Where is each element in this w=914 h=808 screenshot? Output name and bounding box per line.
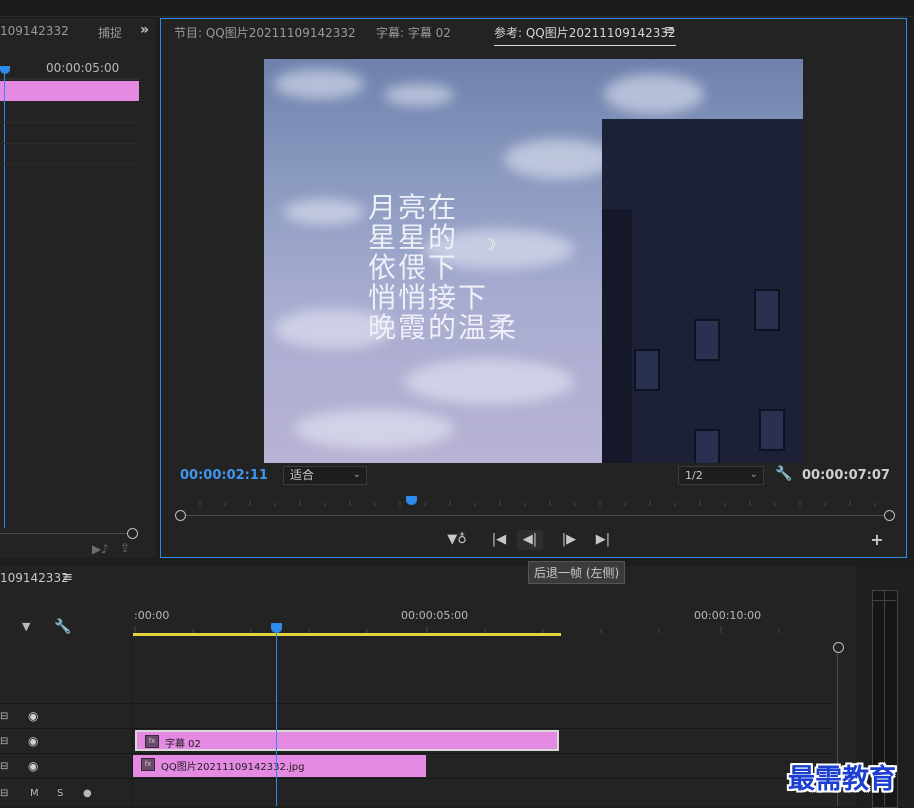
track-output-icon[interactable]: ⊟ xyxy=(0,711,8,722)
duration-timecode: 00:00:07:07 xyxy=(802,468,890,483)
divider xyxy=(0,164,139,165)
fx-badge: fx xyxy=(141,758,155,771)
go-to-in-button[interactable]: |◀ xyxy=(486,530,512,550)
monitor-time-ruler[interactable] xyxy=(180,497,890,507)
track-divider xyxy=(0,753,832,754)
tab-capture[interactable]: 捕捉 xyxy=(98,24,122,41)
timeline-menu-icon[interactable]: ≡ xyxy=(62,570,73,585)
track-output-icon[interactable]: ⊟ xyxy=(0,788,8,799)
timeline-scroll-handle[interactable] xyxy=(833,642,844,653)
monitor-playhead[interactable] xyxy=(406,496,417,505)
step-forward-button[interactable]: |▶ xyxy=(556,530,582,550)
video-preview: 月亮在 星星的 依偎下 悄悄接下 晚霞的温柔 ☽ xyxy=(264,59,803,463)
track-output-icon[interactable]: ⊟ xyxy=(0,761,8,772)
building-window xyxy=(694,319,720,361)
zoom-handle-right[interactable] xyxy=(884,510,895,521)
button-editor-add[interactable]: + xyxy=(864,530,890,550)
timeline-panel xyxy=(0,566,856,806)
more-panels-icon[interactable]: » xyxy=(140,22,149,38)
watermark-logo: 最需教育 xyxy=(788,764,896,795)
monitor-zoom-scrollbar[interactable] xyxy=(185,515,885,516)
mute-button[interactable]: M xyxy=(30,788,39,799)
timeline-time-label: 00:00:05:00 xyxy=(401,609,469,622)
clip-label: 字幕 02 xyxy=(165,739,201,750)
divider xyxy=(0,143,139,144)
timeline-time-label: :00:00 xyxy=(134,609,170,622)
building-side xyxy=(602,209,632,463)
cloud xyxy=(404,359,574,404)
cloud xyxy=(384,84,454,106)
step-back-button[interactable]: ◀| xyxy=(517,530,543,550)
moon-icon: ☽ xyxy=(482,235,497,254)
microphone-icon[interactable]: ● xyxy=(83,788,92,799)
add-marker-button[interactable]: ▼♁ xyxy=(444,530,470,550)
poem-caption: 月亮在 星星的 依偎下 悄悄接下 晚霞的温柔 xyxy=(368,191,519,344)
track-divider xyxy=(0,778,832,779)
building-window xyxy=(694,429,720,463)
track-divider xyxy=(0,728,832,729)
zoom-fit-select[interactable]: 适合 ⌄ xyxy=(283,466,367,485)
track-output-icon[interactable]: ⊟ xyxy=(0,736,8,747)
tab-reference[interactable]: 参考: QQ图片20211109142332 xyxy=(494,24,676,46)
cloud xyxy=(504,139,614,179)
resolution-value: 1/2 xyxy=(685,469,703,482)
eye-icon[interactable]: ◉ xyxy=(28,709,38,723)
chevron-down-icon: ⌄ xyxy=(352,469,361,480)
source-scroll-handle[interactable] xyxy=(127,528,138,539)
timeline-time-label: 00:00:10:00 xyxy=(694,609,762,622)
chevron-down-icon: ⌄ xyxy=(749,469,758,480)
solo-button[interactable]: S xyxy=(57,788,63,799)
clip-label: QQ图片20211109142332.jpg xyxy=(161,762,305,773)
timeline-settings-wrench-icon[interactable]: 🔧 xyxy=(54,619,71,635)
source-clip[interactable] xyxy=(0,81,139,101)
eye-icon[interactable]: ◉ xyxy=(28,759,38,773)
playback-resolution-select[interactable]: 1/2 ⌄ xyxy=(678,466,764,485)
top-strip xyxy=(0,0,914,17)
building-window xyxy=(754,289,780,331)
panel-menu-icon[interactable]: ≡ xyxy=(664,23,675,38)
timeline-sequence-title[interactable]: 109142332 xyxy=(0,571,69,585)
source-scrollbar[interactable] xyxy=(0,533,127,534)
zoom-handle-left[interactable] xyxy=(175,510,186,521)
cloud xyxy=(274,69,364,99)
track-divider xyxy=(0,703,832,704)
tab-caption[interactable]: 字幕: 字幕 02 xyxy=(376,24,451,41)
track-header-divider xyxy=(132,640,133,806)
caption-clip[interactable]: fx 字幕 02 xyxy=(135,730,559,751)
export-icon[interactable]: ⇪ xyxy=(120,541,130,555)
current-timecode[interactable]: 00:00:02:11 xyxy=(180,468,268,483)
timeline-playhead[interactable] xyxy=(276,632,277,806)
divider xyxy=(0,122,139,123)
cloud xyxy=(284,199,364,225)
building-window xyxy=(634,349,660,391)
source-time-label: 00:00:05:00 xyxy=(46,61,120,75)
go-to-out-button[interactable]: ▶| xyxy=(590,530,616,550)
source-tab-title[interactable]: 109142332 xyxy=(0,24,69,38)
cloud xyxy=(604,74,704,114)
cloud xyxy=(294,409,454,449)
audio-export-icon[interactable]: ▶♪ xyxy=(92,542,109,556)
source-playhead[interactable] xyxy=(4,66,5,528)
tab-program[interactable]: 节目: QQ图片20211109142332 xyxy=(174,24,356,41)
add-marker-icon[interactable]: ▼ xyxy=(22,620,30,633)
settings-wrench-icon[interactable]: 🔧 xyxy=(775,466,792,482)
zoom-fit-value: 适合 xyxy=(290,468,315,482)
building-window xyxy=(759,409,785,451)
step-back-tooltip: 后退一帧 (左侧) xyxy=(528,561,626,584)
eye-icon[interactable]: ◉ xyxy=(28,734,38,748)
fx-badge: fx xyxy=(145,735,159,748)
image-clip[interactable]: fx QQ图片20211109142332.jpg xyxy=(133,755,426,777)
work-area-bar[interactable] xyxy=(133,633,561,636)
